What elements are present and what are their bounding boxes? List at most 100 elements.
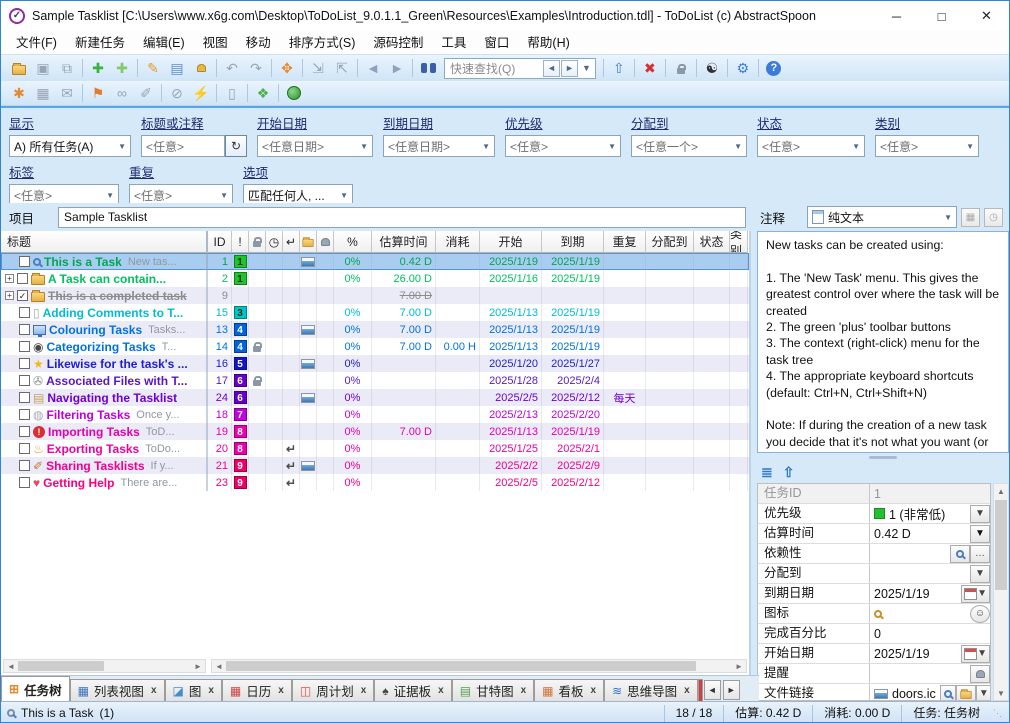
column-header-title[interactable]: 标题 — [1, 231, 208, 253]
column-header-cat[interactable]: 类别 — [730, 231, 748, 253]
task-checkbox[interactable]: ✓ — [17, 290, 28, 301]
task-checkbox[interactable] — [19, 443, 30, 454]
task-row[interactable]: +✓This is a completed task97.00 D — [1, 287, 749, 304]
donate-button[interactable]: ❖ — [251, 82, 275, 104]
resize-grip-icon[interactable]: ⋱ — [993, 708, 1003, 719]
attr-value-提醒[interactable] — [870, 664, 990, 683]
tabs-scroll-left[interactable]: ◄ — [704, 680, 721, 700]
scroll-right-icon[interactable]: ► — [732, 660, 746, 672]
open-tasklist-button[interactable] — [7, 57, 31, 79]
title-hscrollbar[interactable]: ◄ ► — [3, 659, 206, 673]
attr-value-估算时间[interactable]: 0.42 D▼ — [870, 524, 990, 543]
save-all-button[interactable]: ⧉ — [55, 57, 79, 79]
move-task-out-button[interactable]: ⇲ — [306, 57, 330, 79]
maximize-view-button[interactable]: ✥ — [275, 57, 299, 79]
task-checkbox[interactable] — [19, 375, 30, 386]
task-row[interactable]: ▤Navigating the Tasklist2460%2025/2/5202… — [1, 389, 749, 406]
scroll-right-icon[interactable]: ► — [191, 660, 205, 672]
menu-item-新建任务[interactable]: 新建任务 — [66, 32, 134, 54]
filter-assigned[interactable]: <任意一个>▼ — [631, 135, 747, 157]
reminder-button[interactable] — [970, 665, 990, 683]
tab-close-icon[interactable]: x — [208, 686, 214, 696]
calendar-button[interactable]: ▼ — [961, 645, 990, 663]
task-checkbox[interactable] — [19, 358, 30, 369]
task-checkbox[interactable] — [19, 256, 30, 267]
pane-splitter[interactable] — [757, 453, 1009, 461]
tab-看板[interactable]: ▦看板x — [534, 679, 604, 701]
column-header-rpt[interactable]: 重复 — [604, 231, 646, 253]
tab-close-icon[interactable]: x — [438, 686, 444, 696]
attr-vscrollbar[interactable]: ▲ ▼ — [993, 483, 1009, 701]
tab-甘特图[interactable]: ▤甘特图x — [452, 679, 534, 701]
save-tasklist-button[interactable]: ▣ — [31, 57, 55, 79]
filter-category[interactable]: <任意>▼ — [875, 135, 979, 157]
menu-item-窗口[interactable]: 窗口 — [475, 32, 518, 54]
task-row[interactable]: ◍Filtering TasksOnce y...1870%2025/2/132… — [1, 406, 749, 423]
menu-item-工具[interactable]: 工具 — [432, 32, 475, 54]
menu-item-帮助(H)[interactable]: 帮助(H) — [518, 32, 578, 54]
new-subtask-button[interactable]: ✚ — [110, 57, 134, 79]
attr-outline-icon[interactable]: ≣ — [761, 464, 773, 481]
scrollbar-thumb[interactable] — [18, 661, 104, 671]
task-checkbox[interactable] — [19, 324, 30, 335]
tabs-scroll-right[interactable]: ► — [723, 680, 740, 700]
tree-expander[interactable]: + — [5, 291, 14, 300]
scrollbar-thumb[interactable] — [226, 661, 696, 671]
attr-value-优先级[interactable]: 1 (非常低)▼ — [870, 504, 990, 523]
filter-start-date[interactable]: <任意日期>▼ — [257, 135, 373, 157]
task-checkbox[interactable] — [19, 426, 30, 437]
filter-priority[interactable]: <任意>▼ — [505, 135, 621, 157]
tab-close-icon[interactable]: x — [591, 686, 597, 696]
help-button[interactable]: ? — [762, 57, 786, 79]
icon-picker-button[interactable]: ☺ — [970, 605, 990, 623]
tab-close-icon[interactable]: x — [521, 686, 527, 696]
column-header-spent[interactable]: 消耗 — [436, 231, 480, 253]
quickfind-prev-button[interactable]: ◄ — [543, 60, 560, 77]
task-checkbox[interactable] — [17, 273, 28, 284]
task-row[interactable]: ▯Adding Comments to T...1530%7.00 D2025/… — [1, 304, 749, 321]
minimize-button[interactable]: ─ — [874, 1, 919, 31]
redo-button[interactable]: ↷ — [244, 57, 268, 79]
task-checkbox[interactable] — [19, 460, 30, 471]
filter-title[interactable]: <任意> — [141, 135, 225, 157]
undo-button[interactable]: ↶ — [220, 57, 244, 79]
close-button[interactable]: ✕ — [964, 1, 1009, 31]
menu-item-排序方式(S)[interactable]: 排序方式(S) — [280, 32, 365, 54]
column-header-pct[interactable]: % — [334, 231, 372, 253]
attr-value-依赖性[interactable]: … — [870, 544, 990, 563]
maximize-button[interactable]: □ — [919, 1, 964, 31]
task-checkbox[interactable] — [19, 392, 30, 403]
task-checkbox[interactable] — [19, 409, 30, 420]
filter-title-refresh-button[interactable]: ↻ — [225, 135, 247, 157]
comments-clock-button[interactable]: ◷ — [984, 208, 1003, 227]
task-row[interactable]: ♥Getting HelpThere are...239↵0%2025/2/52… — [1, 474, 749, 491]
print-button[interactable]: ▦ — [31, 82, 55, 104]
column-header-due[interactable]: 到期 — [542, 231, 604, 253]
new-task-button[interactable]: ✚ — [86, 57, 110, 79]
link-button[interactable]: ∞ — [110, 82, 134, 104]
attr-value-文件链接[interactable]: doors.ic▼ — [870, 684, 990, 701]
attr-sort-icon[interactable]: ⇧ — [783, 464, 795, 481]
website-button[interactable] — [282, 82, 306, 104]
comments-text[interactable]: New tasks can be created using: 1. The '… — [757, 231, 1009, 453]
find-tasks-button[interactable] — [416, 57, 440, 79]
browse-button[interactable] — [956, 685, 976, 702]
column-header-id[interactable]: ID — [208, 231, 232, 253]
tab-任务树[interactable]: ⊞任务树 — [1, 676, 70, 701]
menu-item-视图[interactable]: 视图 — [194, 32, 237, 54]
tab-close-icon[interactable]: x — [684, 686, 690, 696]
task-checkbox[interactable] — [19, 477, 30, 488]
column-header-bell[interactable] — [317, 231, 334, 253]
task-checkbox[interactable] — [19, 307, 30, 318]
scroll-down-icon[interactable]: ▼ — [997, 686, 1005, 700]
task-row[interactable]: !Importing TasksToD...1980%7.00 D2025/1/… — [1, 423, 749, 440]
dropdown-button[interactable]: ▼ — [970, 505, 990, 523]
filter-show[interactable]: A) 所有任务(A)▼ — [9, 135, 131, 157]
tree-expander[interactable]: + — [5, 274, 14, 283]
theme-toggle-button[interactable]: ☯ — [700, 57, 724, 79]
scroll-left-icon[interactable]: ◄ — [4, 660, 18, 672]
task-row[interactable]: ✇Associated Files with T...1760%2025/1/2… — [1, 372, 749, 389]
next-task-button[interactable]: ► — [385, 57, 409, 79]
columns-hscrollbar[interactable]: ◄ ► — [211, 659, 747, 673]
column-header-est[interactable]: 估算时间 — [372, 231, 436, 253]
